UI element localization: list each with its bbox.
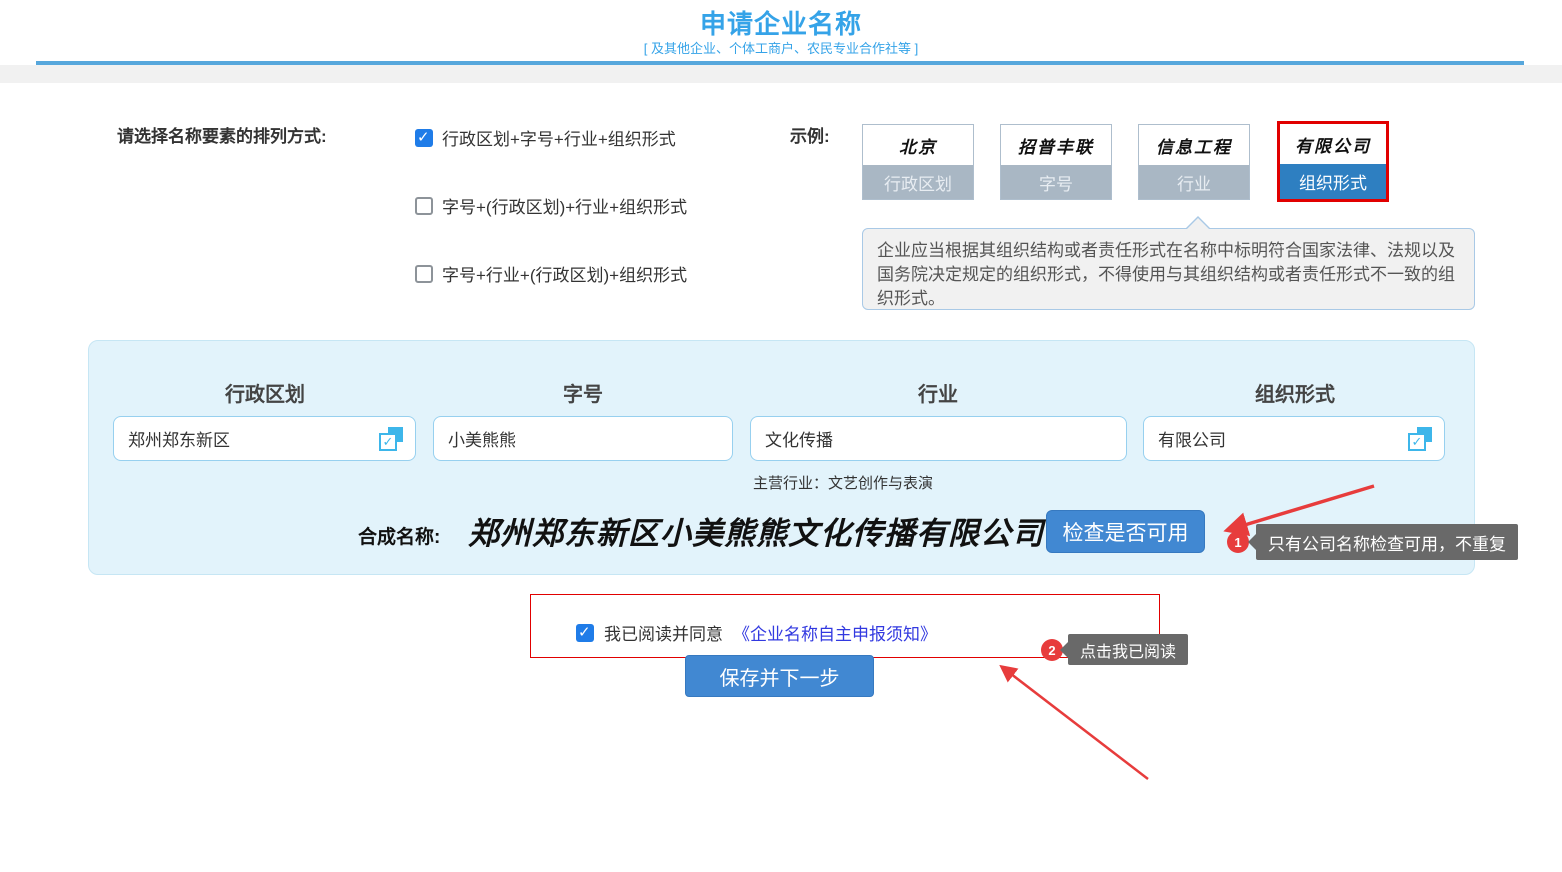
- region-value: 郑州郑东新区: [128, 426, 379, 451]
- example-sample-text: 有限公司: [1280, 124, 1386, 164]
- orgform-note-bubble: 企业应当根据其组织结构或者责任形式在名称中标明符合国家法律、法规以及国务院决定规…: [862, 228, 1475, 310]
- arrangement-option-label: 字号+(行政区划)+行业+组织形式: [442, 193, 687, 218]
- example-box-tradename: 招普丰联 字号: [1000, 124, 1112, 200]
- page-subtitle: [ 及其他企业、个体工商户、农民专业合作社等 ]: [0, 38, 1562, 57]
- example-category-label: 行业: [1139, 165, 1249, 199]
- declaration-notice-link[interactable]: 《企业名称自主申报须知》: [733, 620, 937, 645]
- check-availability-button[interactable]: 检查是否可用: [1046, 510, 1205, 553]
- main-industry-note: 主营行业：文艺创作与表演: [753, 472, 933, 493]
- region-input[interactable]: 郑州郑东新区 ✓: [113, 416, 416, 461]
- orgform-value: 有限公司: [1158, 426, 1408, 451]
- composed-name-value: 郑州郑东新区小美熊熊文化传播有限公司: [468, 508, 1033, 553]
- field-header-tradename: 字号: [483, 378, 683, 407]
- industry-value: 文化传播: [765, 426, 1114, 451]
- arrangement-option-3[interactable]: 字号+行业+(行政区划)+组织形式: [415, 261, 687, 286]
- example-box-region: 北京 行政区划: [862, 124, 974, 200]
- composed-name-label: 合成名称:: [358, 522, 440, 549]
- checkbox-unchecked-icon[interactable]: [415, 197, 433, 215]
- agreement-row: 我已阅读并同意《企业名称自主申报须知》: [576, 620, 937, 645]
- industry-input[interactable]: 文化传播: [750, 416, 1127, 461]
- orgform-input[interactable]: 有限公司 ✓: [1143, 416, 1445, 461]
- checkbox-unchecked-icon[interactable]: [415, 265, 433, 283]
- arrangement-option-2[interactable]: 字号+(行政区划)+行业+组织形式: [415, 193, 687, 218]
- header-gray-bar: [0, 65, 1562, 83]
- agreement-text: 我已阅读并同意: [604, 620, 723, 645]
- page-title: 申请企业名称: [0, 4, 1562, 41]
- arrangement-option-label: 字号+行业+(行政区划)+组织形式: [442, 261, 687, 286]
- field-header-industry: 行业: [838, 378, 1038, 407]
- tradename-value: 小美熊熊: [448, 426, 720, 451]
- field-header-orgform: 组织形式: [1195, 378, 1395, 407]
- agreement-checkbox[interactable]: [576, 624, 594, 642]
- apply-enterprise-name-page: 申请企业名称 [ 及其他企业、个体工商户、农民专业合作社等 ] 请选择名称要素的…: [0, 0, 1562, 872]
- example-box-orgform-highlighted: 有限公司 组织形式: [1277, 121, 1389, 202]
- example-sample-text: 招普丰联: [1001, 125, 1111, 165]
- checkbox-checked-icon[interactable]: [415, 129, 433, 147]
- annotation-badge-1: 1: [1227, 531, 1249, 553]
- example-label: 示例:: [790, 122, 830, 147]
- tradename-input[interactable]: 小美熊熊: [433, 416, 733, 461]
- arrangement-option-1[interactable]: 行政区划+字号+行业+组织形式: [415, 125, 676, 150]
- annotation-tooltip-1: 只有公司名称检查可用，不重复: [1256, 524, 1518, 560]
- orgform-picker-icon[interactable]: ✓: [1408, 427, 1432, 451]
- example-category-label: 行政区划: [863, 165, 973, 199]
- region-picker-icon[interactable]: ✓: [379, 427, 403, 451]
- arrow-to-agreement-box: [1002, 667, 1148, 779]
- save-next-button[interactable]: 保存并下一步: [685, 655, 874, 697]
- example-category-label: 字号: [1001, 165, 1111, 199]
- arrangement-label: 请选择名称要素的排列方式:: [117, 122, 327, 147]
- arrangement-option-label: 行政区划+字号+行业+组织形式: [442, 125, 676, 150]
- example-category-label: 组织形式: [1280, 164, 1386, 199]
- example-sample-text: 北京: [863, 125, 973, 165]
- field-header-region: 行政区划: [165, 378, 365, 407]
- example-box-industry: 信息工程 行业: [1138, 124, 1250, 200]
- example-sample-text: 信息工程: [1139, 125, 1249, 165]
- annotation-tooltip-2: 点击我已阅读: [1068, 634, 1188, 665]
